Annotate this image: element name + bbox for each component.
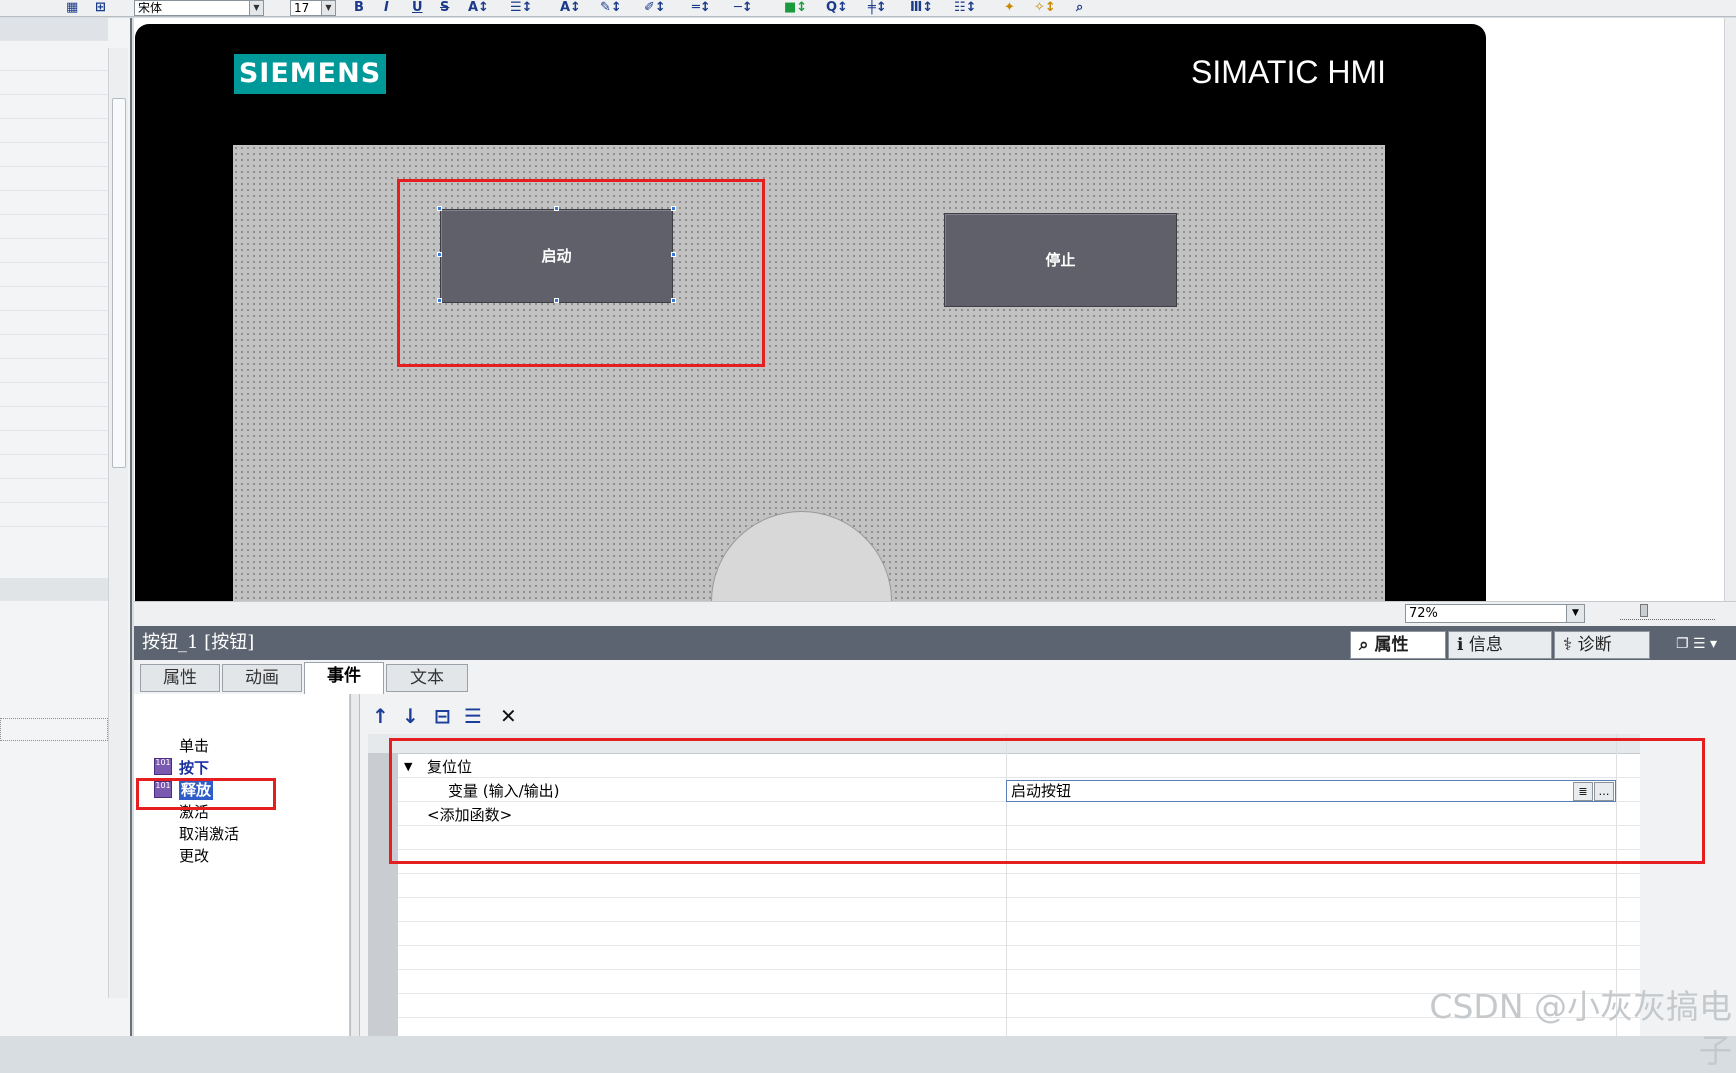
- list-item[interactable]: [0, 718, 108, 741]
- list-item[interactable]: [0, 192, 108, 215]
- zoom-slider[interactable]: [1620, 608, 1715, 620]
- magnifier-icon[interactable]: ⌕: [1076, 1, 1083, 15]
- function-list-icon: 101: [154, 758, 172, 775]
- list-item[interactable]: [0, 240, 108, 263]
- highlight-box: [136, 778, 276, 810]
- wizard-icon[interactable]: ✧↕: [1034, 1, 1056, 15]
- line-style-icon[interactable]: ═↕: [692, 1, 711, 15]
- font-grow-icon[interactable]: A↕: [468, 1, 489, 15]
- project-tree-panel: [0, 18, 132, 1036]
- event-click[interactable]: 单击: [179, 736, 209, 756]
- window-controls-icon[interactable]: ❐ ☰ ▾: [1676, 636, 1717, 652]
- delete-icon[interactable]: ✕: [500, 704, 517, 728]
- move-down-icon[interactable]: ↓: [402, 704, 419, 728]
- list-item[interactable]: [0, 408, 108, 431]
- chevron-down-icon: ▼: [249, 1, 263, 15]
- canvas-scrollbar[interactable]: [1724, 18, 1736, 601]
- italic-button[interactable]: I: [384, 1, 389, 15]
- zoom-slider-knob[interactable]: [1640, 604, 1648, 617]
- tab-properties-right[interactable]: ⌕ 属性: [1350, 631, 1446, 659]
- event-change[interactable]: 更改: [179, 846, 209, 866]
- collapse-icon[interactable]: ⊟: [434, 704, 451, 728]
- strikethrough-button[interactable]: S: [440, 1, 449, 15]
- chevron-down-icon: ▼: [321, 1, 335, 15]
- list-item[interactable]: [0, 288, 108, 311]
- scroll-thumb[interactable]: [112, 98, 126, 468]
- tree-scrollbar[interactable]: [108, 48, 128, 998]
- list-item[interactable]: [0, 72, 108, 95]
- list-item[interactable]: [0, 336, 108, 359]
- tab-events[interactable]: 事件: [304, 662, 384, 694]
- zoom-value: 72%: [1409, 606, 1438, 621]
- magnifier-icon: ⌕: [1359, 635, 1375, 655]
- list-item[interactable]: [0, 18, 108, 41]
- highlight-box: [397, 179, 765, 367]
- columns-icon[interactable]: Ⅲ↕: [910, 1, 933, 15]
- chevron-down-icon: ▼: [1566, 605, 1584, 622]
- diagnostics-icon: ⚕: [1563, 635, 1578, 655]
- list-item[interactable]: [0, 120, 108, 143]
- list-item[interactable]: [0, 480, 108, 503]
- font-name-value: 宋体: [138, 1, 163, 15]
- line-color-icon[interactable]: ✐↕: [644, 1, 666, 15]
- table-row[interactable]: [398, 946, 1640, 970]
- zoom-tool-icon[interactable]: Q↕: [826, 1, 848, 15]
- event-press[interactable]: 按下: [179, 758, 209, 778]
- font-size-value: 17: [294, 1, 310, 15]
- siemens-logo: SIEMENS: [234, 54, 386, 94]
- list-item[interactable]: [0, 578, 108, 601]
- distribute-icon[interactable]: ╪↕: [868, 1, 887, 15]
- tab-animations[interactable]: 动画: [222, 664, 302, 692]
- tab-info[interactable]: ℹ 信息: [1448, 631, 1552, 659]
- list-item[interactable]: [0, 96, 108, 119]
- tab-label: 信息: [1468, 635, 1503, 655]
- table-row[interactable]: [398, 874, 1640, 898]
- event-deactivate[interactable]: 取消激活: [179, 824, 239, 844]
- line-width-icon[interactable]: ─↕: [734, 1, 753, 15]
- text-color-icon[interactable]: A↕: [560, 1, 581, 15]
- list-item[interactable]: [0, 168, 108, 191]
- tab-properties[interactable]: 属性: [140, 664, 220, 692]
- font-size-select[interactable]: 17 ▼: [290, 0, 336, 16]
- stack-icon[interactable]: ☷↕: [954, 1, 977, 15]
- list-item[interactable]: [0, 456, 108, 479]
- align-icon[interactable]: ☰↕: [510, 1, 533, 15]
- bold-button[interactable]: B: [354, 1, 364, 15]
- magic-icon[interactable]: ✦: [1004, 1, 1015, 15]
- underline-button[interactable]: U: [412, 1, 423, 15]
- hmi-device-title: SIMATIC HMI: [1191, 54, 1386, 90]
- layer-icon[interactable]: ■↕: [784, 1, 807, 15]
- watermark: CSDN @小灰灰搞电子: [1429, 987, 1732, 1070]
- tab-diagnostics[interactable]: ⚕ 诊断: [1554, 631, 1650, 659]
- list-item[interactable]: [0, 384, 108, 407]
- list-item[interactable]: [0, 264, 108, 287]
- list-item[interactable]: [0, 360, 108, 383]
- zoom-select[interactable]: 72% ▼: [1405, 604, 1585, 623]
- list-item[interactable]: [0, 312, 108, 335]
- list-item[interactable]: [0, 144, 108, 167]
- panel-splitter[interactable]: [350, 694, 360, 1036]
- info-icon: ℹ: [1457, 635, 1469, 655]
- fill-color-icon[interactable]: ✎↕: [600, 1, 622, 15]
- list-item[interactable]: [0, 432, 108, 455]
- table-row[interactable]: [398, 922, 1640, 946]
- table-icon[interactable]: ▦: [66, 1, 78, 15]
- font-name-select[interactable]: 宋体 ▼: [134, 0, 264, 16]
- insert-icon[interactable]: ⊞: [95, 1, 106, 15]
- format-toolbar: ▦ ⊞ 宋体 ▼ 17 ▼ B I U S A↕ ☰↕ A↕ ✎↕ ✐↕ ═↕ …: [0, 0, 1736, 17]
- highlight-box: [389, 738, 1705, 864]
- list-item[interactable]: [0, 48, 108, 71]
- stop-button[interactable]: 停止: [944, 213, 1177, 307]
- tab-label: 属性: [1374, 635, 1409, 655]
- tab-label: 诊断: [1577, 635, 1612, 655]
- tab-texts[interactable]: 文本: [386, 664, 468, 692]
- expand-icon[interactable]: ☰: [464, 704, 482, 728]
- move-up-icon[interactable]: ↑: [372, 704, 389, 728]
- table-row[interactable]: [398, 898, 1640, 922]
- list-item[interactable]: [0, 216, 108, 239]
- list-item[interactable]: [0, 504, 108, 527]
- event-list: 单击 101 按下 101 释放 激活 取消激活 更改: [134, 694, 350, 1036]
